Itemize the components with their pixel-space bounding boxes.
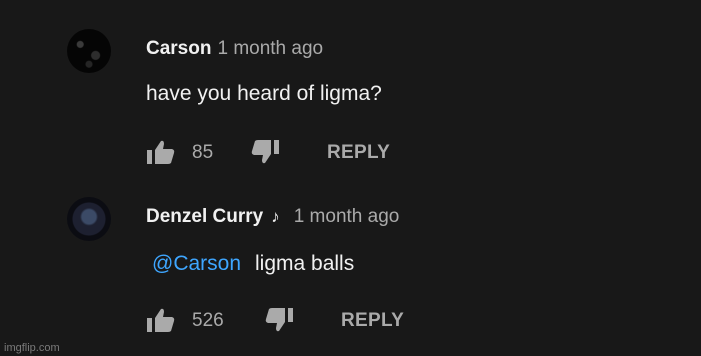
comment-actions: 85 REPLY (146, 139, 406, 165)
watermark: imgflip.com (4, 342, 60, 354)
thumbs-down-icon[interactable] (250, 139, 280, 170)
reply-button[interactable]: REPLY (327, 142, 390, 164)
thumbs-down-icon[interactable] (264, 307, 294, 338)
comment-body: ligma balls (255, 252, 355, 275)
comment-header: Denzel Curry ♪ 1 month ago (146, 206, 399, 228)
comment-text: @Carson ligma balls (146, 252, 354, 276)
commenter-avatar[interactable] (67, 197, 111, 241)
author-name[interactable]: Carson (146, 38, 211, 59)
thumbs-up-icon[interactable] (146, 307, 176, 338)
like-count: 526 (192, 310, 224, 331)
comment-header: Carson 1 month ago (146, 38, 323, 60)
comment-timestamp[interactable]: 1 month ago (217, 38, 323, 59)
mention-link[interactable]: @Carson (152, 252, 241, 275)
thumbs-up-icon[interactable] (146, 139, 176, 170)
commenter-avatar[interactable] (67, 29, 111, 73)
author-name[interactable]: Denzel Curry (146, 206, 263, 227)
music-note-icon: ♪ (271, 207, 280, 226)
comment-text: have you heard of ligma? (146, 82, 382, 105)
comment-timestamp[interactable]: 1 month ago (294, 206, 400, 227)
like-count: 85 (192, 142, 214, 163)
comment-actions: 526 REPLY (146, 307, 426, 333)
reply-button[interactable]: REPLY (341, 310, 404, 332)
